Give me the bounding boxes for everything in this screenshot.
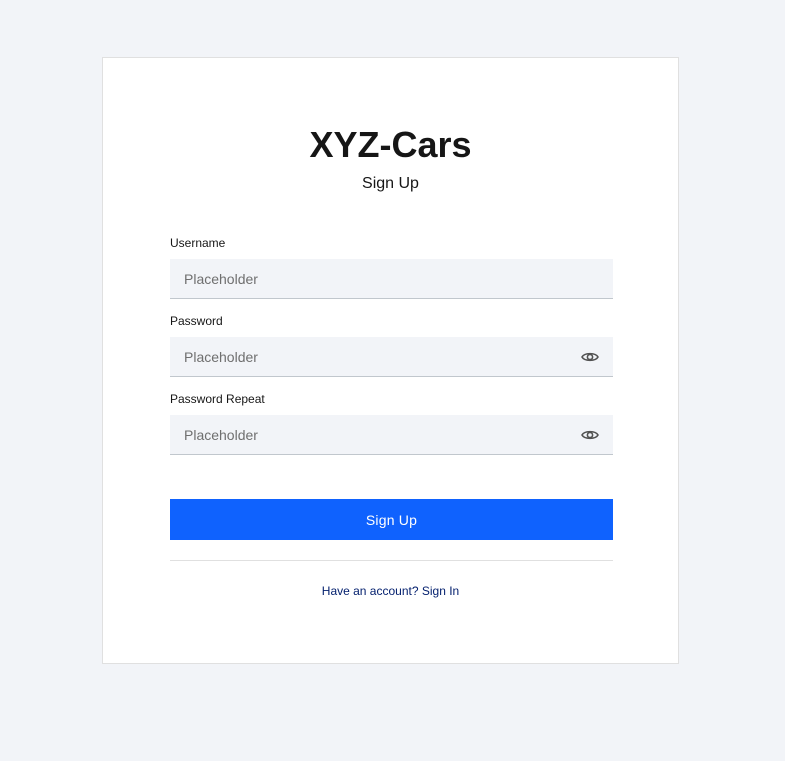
username-input[interactable] xyxy=(170,259,613,298)
brand-title: XYZ-Cars xyxy=(309,124,472,165)
username-label: Username xyxy=(170,236,226,250)
sign-up-button[interactable]: Sign Up xyxy=(170,499,613,540)
footer: Have an account? Sign In xyxy=(103,583,678,599)
password-field-group: Password xyxy=(170,313,613,377)
password-repeat-field-group: Password Repeat xyxy=(170,391,613,455)
eye-icon[interactable] xyxy=(581,426,599,444)
password-repeat-input[interactable] xyxy=(170,415,613,454)
page-subtitle: Sign Up xyxy=(362,175,419,192)
password-input-wrapper xyxy=(170,337,613,377)
username-input-wrapper xyxy=(170,259,613,299)
divider xyxy=(170,560,613,561)
signup-card: XYZ-Cars Sign Up Username Password Passw… xyxy=(102,57,679,664)
sign-in-link[interactable]: Have an account? Sign In xyxy=(322,584,459,598)
password-input[interactable] xyxy=(170,337,613,376)
password-repeat-input-wrapper xyxy=(170,415,613,455)
password-label: Password xyxy=(170,314,223,328)
password-repeat-label: Password Repeat xyxy=(170,392,265,406)
eye-icon[interactable] xyxy=(581,348,599,366)
username-field-group: Username xyxy=(170,235,613,299)
